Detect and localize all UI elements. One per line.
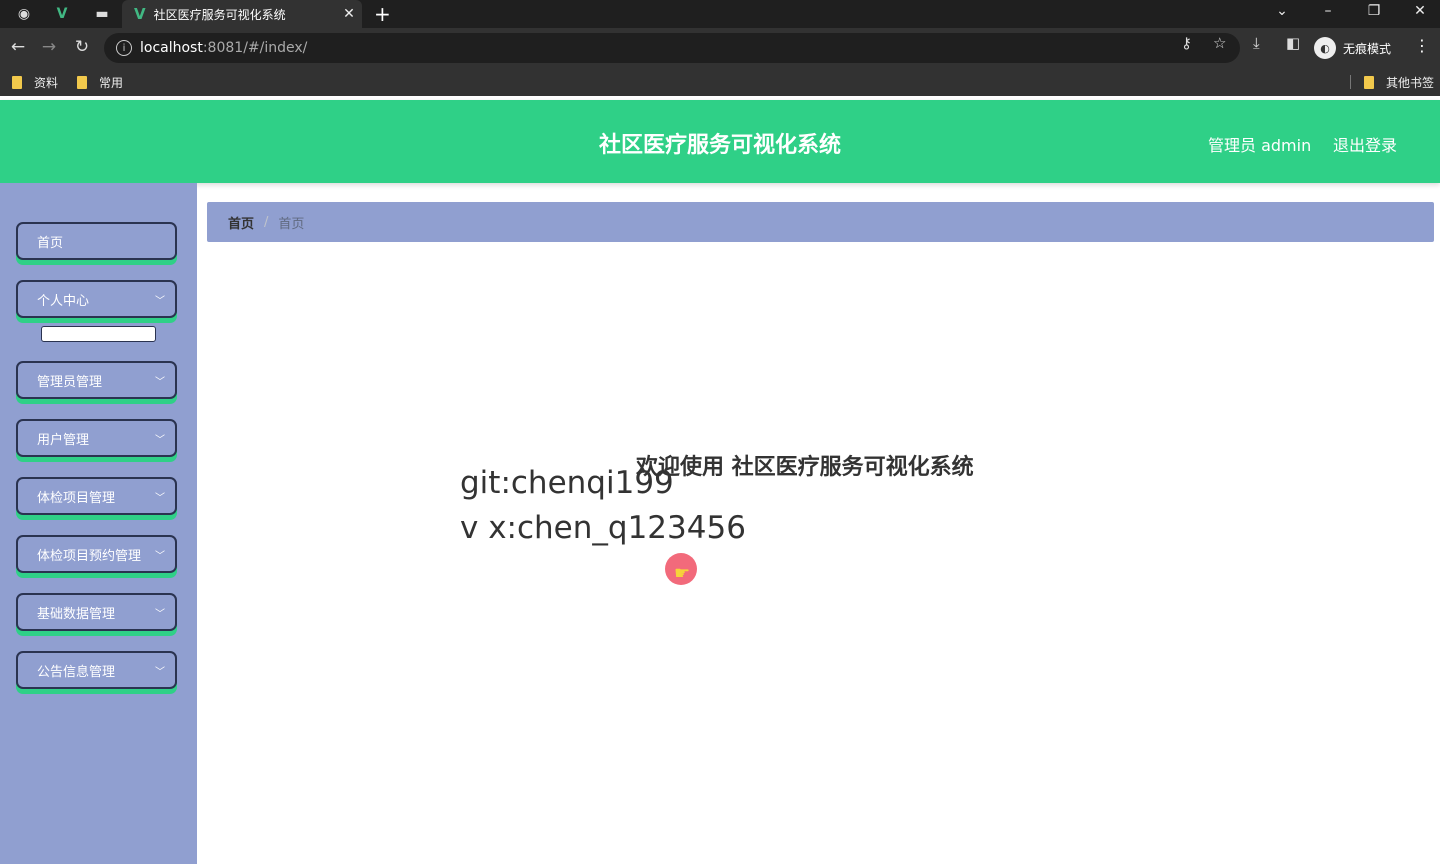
chevron-down-icon: ﹀ xyxy=(155,609,165,620)
chevron-down-icon: ﹀ xyxy=(155,551,165,562)
chevron-down-icon: ﹀ xyxy=(155,493,165,504)
chevron-down-icon: ﹀ xyxy=(155,667,165,678)
back-icon[interactable]: ← xyxy=(7,37,29,57)
forward-icon[interactable]: → xyxy=(38,37,60,57)
incognito-icon: ◐ xyxy=(1314,37,1336,59)
new-tab-icon[interactable]: + xyxy=(374,2,391,26)
chevron-down-icon: ﹀ xyxy=(155,377,165,388)
logout-button[interactable]: 退出登录 xyxy=(1333,132,1397,156)
bookmarks-bar: 资料 常用 其他书签 xyxy=(0,68,1440,96)
sidebar-item-profile[interactable]: 个人中心 ﹀ xyxy=(16,280,177,318)
sidebar-item-label: 体检项目预约管理 xyxy=(37,548,142,564)
sidebar-item-base-data[interactable]: 基础数据管理 ﹀ xyxy=(16,593,177,631)
bookmark-divider xyxy=(1350,75,1351,89)
folder-icon xyxy=(1364,76,1374,89)
tab-title: 社区医疗服务可视化系统 xyxy=(153,7,286,22)
breadcrumb-home[interactable]: 首页 xyxy=(228,213,254,232)
watermark-line: v x:chen_q123456 xyxy=(460,510,746,546)
bookmark-folder[interactable]: 常用 xyxy=(77,74,123,91)
globe-icon[interactable]: ◉ xyxy=(14,4,34,24)
folder-icon xyxy=(12,76,22,89)
current-user-label: 管理员 admin xyxy=(1208,136,1312,155)
active-tab[interactable]: V 社区医疗服务可视化系统 ✕ xyxy=(122,0,362,28)
key-icon[interactable]: ⚷ xyxy=(1181,34,1192,52)
other-bookmarks[interactable]: 其他书签 xyxy=(1364,74,1434,91)
hand-cursor-icon: ☛ xyxy=(674,563,691,584)
incognito-label: 无痕模式 xyxy=(1343,41,1392,56)
submenu-popup[interactable] xyxy=(41,326,156,342)
restore-icon[interactable]: ❐ xyxy=(1362,3,1386,19)
bookmark-label: 资料 xyxy=(34,76,59,90)
sidebar: 首页 个人中心 ﹀ 管理员管理 ﹀ 用户管理 ﹀ 体检项目管理 ﹀ 体检项目预约… xyxy=(0,183,197,864)
other-bookmarks-label: 其他书签 xyxy=(1386,76,1435,90)
sidebar-item-label: 管理员管理 xyxy=(37,374,103,390)
breadcrumb-separator: / xyxy=(264,214,269,230)
site-info-icon[interactable]: i xyxy=(116,40,132,56)
chevron-down-icon: ﹀ xyxy=(155,296,165,307)
bookmark-label: 常用 xyxy=(99,76,124,90)
folder-icon xyxy=(77,76,87,89)
vue-logo-icon: V xyxy=(134,5,146,23)
sidebar-item-admins[interactable]: 管理员管理 ﹀ xyxy=(16,361,177,399)
tab-close-icon[interactable]: ✕ xyxy=(336,6,362,22)
app-header: 社区医疗服务可视化系统 管理员 admin 退出登录 xyxy=(0,100,1440,183)
sidebar-item-label: 基础数据管理 xyxy=(37,606,116,622)
sidebar-item-home[interactable]: 首页 xyxy=(16,222,177,260)
sidebar-item-label: 公告信息管理 xyxy=(37,664,116,680)
url-field[interactable]: i localhost :8081/#/index/ xyxy=(104,33,1240,63)
watermark-line: git:chenqi199 xyxy=(460,465,674,501)
browser-tab-bar: ◉ V ▬ V 社区医疗服务可视化系统 ✕ + ⌄ – ❐ ✕ xyxy=(0,0,1440,28)
sidebar-item-checkup-booking[interactable]: 体检项目预约管理 ﹀ xyxy=(16,535,177,573)
url-path: :8081/#/index/ xyxy=(202,40,308,56)
sidebar-item-label: 用户管理 xyxy=(37,432,90,448)
sidebar-item-label: 体检项目管理 xyxy=(37,490,116,506)
breadcrumb-current: 首页 xyxy=(278,216,305,232)
reload-icon[interactable]: ↻ xyxy=(71,37,93,57)
welcome-heading: 欢迎使用 社区医疗服务可视化系统 xyxy=(636,455,974,480)
sidebar-item-label: 个人中心 xyxy=(37,293,90,309)
star-icon[interactable]: ☆ xyxy=(1213,34,1226,52)
sidebar-item-users[interactable]: 用户管理 ﹀ xyxy=(16,419,177,457)
minimize-icon[interactable]: – xyxy=(1316,3,1340,19)
browser-menu-icon[interactable]: ⋮ xyxy=(1414,36,1430,55)
close-window-icon[interactable]: ✕ xyxy=(1408,3,1432,19)
window-tab-icon[interactable]: ▬ xyxy=(92,4,112,24)
sidebar-item-checkup-items[interactable]: 体检项目管理 ﹀ xyxy=(16,477,177,515)
breadcrumb: 首页 / 首页 xyxy=(207,202,1434,242)
url-host: localhost xyxy=(140,40,203,56)
chevron-down-icon: ﹀ xyxy=(155,435,165,446)
address-bar-row: ← → ↻ i localhost :8081/#/index/ ⚷ ☆ ⤓ ◧… xyxy=(0,28,1440,68)
bookmark-folder[interactable]: 资料 xyxy=(12,74,58,91)
download-icon[interactable]: ⤓ xyxy=(1253,34,1260,52)
vue-tab-icon[interactable]: V xyxy=(52,4,72,24)
incognito-badge[interactable]: ◐ 无痕模式 xyxy=(1314,37,1391,59)
tab-search-icon[interactable]: ⌄ xyxy=(1270,3,1294,19)
sidebar-item-announcements[interactable]: 公告信息管理 ﹀ xyxy=(16,651,177,689)
sidebar-item-label: 首页 xyxy=(37,235,64,251)
sidepanel-icon[interactable]: ◧ xyxy=(1286,34,1300,52)
